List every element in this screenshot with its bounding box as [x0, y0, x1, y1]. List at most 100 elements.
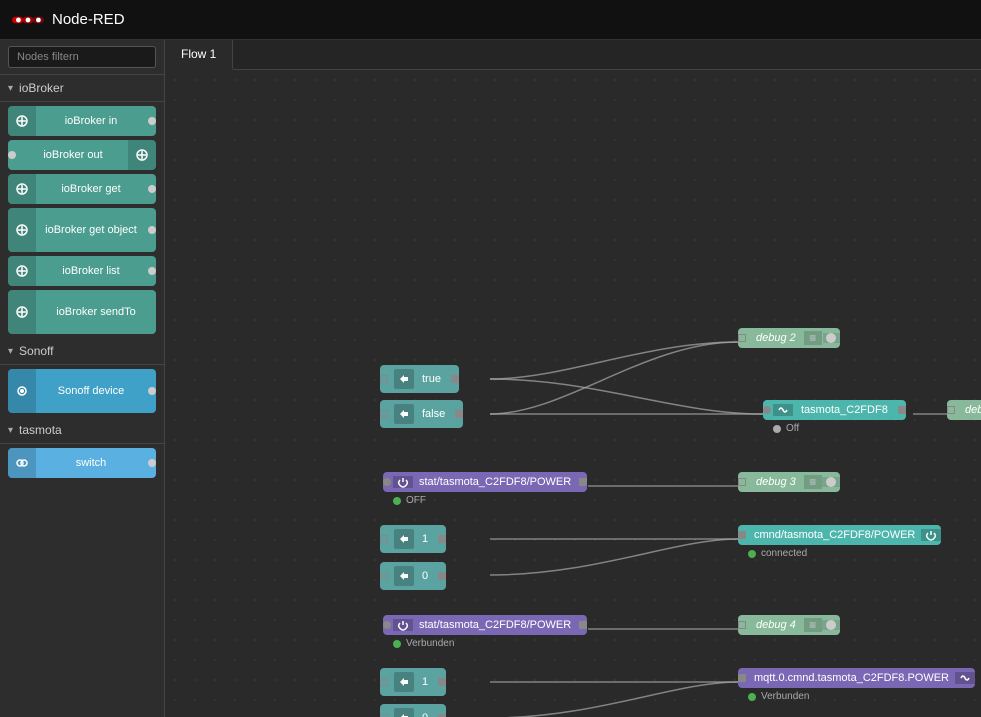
canvas-node-mqtt[interactable]: mqtt.0.cmnd.tasmota_C2FDF8.POWER Verbund… — [738, 668, 975, 688]
node-icon-Sonoff-device — [8, 369, 36, 413]
port-right-true — [449, 373, 459, 385]
main-layout: ▾ ioBroker ioBroker in ioBroker out — [0, 40, 981, 717]
node-icon-ioBroker-get — [8, 174, 36, 204]
node-ioBroker-out[interactable]: ioBroker out — [8, 140, 156, 170]
inject1-icon — [394, 529, 414, 549]
sidebar-search-container — [0, 40, 164, 75]
tasmota-status: Off — [773, 423, 799, 434]
port-left-mqtt — [738, 672, 748, 684]
chevron-icon-sonoff: ▾ — [8, 346, 13, 357]
port-right-inject0 — [436, 570, 446, 582]
node-label-ioBroker-out: ioBroker out — [18, 140, 128, 170]
debug4-toggle[interactable] — [822, 620, 840, 630]
tasmota-node-label: tasmota_C2FDF8 — [793, 400, 896, 420]
port-right-switch — [146, 448, 156, 478]
port-right-ioBroker-get-object — [146, 208, 156, 252]
port-left-inject1 — [380, 533, 390, 545]
node-icon-ioBroker-list — [8, 256, 36, 286]
canvas-node-inject1b[interactable]: 1 — [380, 668, 446, 696]
ioBroker-list-icon — [15, 264, 29, 278]
tasmota-icon — [773, 404, 793, 416]
ioBroker-get-icon — [15, 182, 29, 196]
inject0b-label: 0 — [418, 712, 432, 717]
ioBroker-get-object-icon — [15, 223, 29, 237]
sidebar-section-Sonoff: ▾ Sonoff Sonoff device — [0, 338, 164, 413]
node-label-ioBroker-in: ioBroker in — [36, 106, 146, 136]
debug4-node-label: debug 4 — [748, 615, 804, 635]
canvas-node-inject1[interactable]: 1 — [380, 525, 446, 553]
node-switch[interactable]: switch — [8, 448, 156, 478]
canvas-node-debug3[interactable]: debug 3 ≡ — [738, 472, 840, 492]
true-node-icon — [394, 369, 414, 389]
node-label-ioBroker-list: ioBroker list — [36, 256, 146, 286]
canvas-node-inject0[interactable]: 0 — [380, 562, 446, 590]
tab-flow1[interactable]: Flow 1 — [165, 40, 233, 70]
port-right-ioBroker-get — [146, 174, 156, 204]
debug3-toggle-dot — [826, 477, 836, 487]
canvas[interactable]: true false debug 2 ≡ — [165, 70, 981, 717]
node-label-ioBroker-get: ioBroker get — [36, 174, 146, 204]
canvas-node-stat-power2[interactable]: stat/tasmota_C2FDF8/POWER Verbunden — [383, 615, 587, 635]
inject1b-icon — [394, 672, 414, 692]
sidebar: ▾ ioBroker ioBroker in ioBroker out — [0, 40, 165, 717]
tasmota-wave-icon — [777, 404, 789, 416]
port-right-inject1b — [436, 676, 446, 688]
port-left-inject0 — [380, 570, 390, 582]
inject0b-arrows-icon — [398, 712, 410, 717]
canvas-node-inject0b[interactable]: 0 — [380, 704, 446, 717]
inject1b-arrows-icon — [398, 676, 410, 688]
node-ioBroker-get-object[interactable]: ioBroker get object — [8, 208, 156, 252]
canvas-node-false[interactable]: false — [380, 400, 463, 428]
canvas-node-stat-power[interactable]: stat/tasmota_C2FDF8/POWER OFF — [383, 472, 587, 492]
cmnd-status-dot — [748, 550, 756, 558]
port-left-debug2 — [738, 332, 748, 344]
node-label-ioBroker-get-object: ioBroker get object — [36, 208, 146, 252]
port-left-inject0b — [380, 712, 390, 717]
inject-arrows-icon-0 — [398, 570, 410, 582]
node-ioBroker-in[interactable]: ioBroker in — [8, 106, 156, 136]
canvas-node-true[interactable]: true — [380, 365, 459, 393]
stat-power2-svg — [397, 619, 409, 631]
sidebar-section-ioBroker-label: ioBroker — [19, 81, 64, 95]
canvas-node-cmnd[interactable]: cmnd/tasmota_C2FDF8/POWER connected — [738, 525, 941, 545]
node-red-logo-icon — [12, 10, 44, 30]
sidebar-section-ioBroker-header[interactable]: ▾ ioBroker — [0, 75, 164, 102]
node-ioBroker-get[interactable]: ioBroker get — [8, 174, 156, 204]
port-left-tasmota — [763, 404, 773, 416]
port-left-false — [380, 408, 390, 420]
stat-power2-status-text: Verbunden — [406, 638, 454, 649]
canvas-node-debug2[interactable]: debug 2 ≡ — [738, 328, 840, 348]
canvas-node-debug4[interactable]: debug 4 ≡ — [738, 615, 840, 635]
node-Sonoff-device[interactable]: Sonoff device — [8, 369, 156, 413]
canvas-node-tasmota[interactable]: tasmota_C2FDF8 Off — [763, 400, 906, 420]
port-left-debug3 — [738, 476, 748, 488]
ioBroker-in-icon — [15, 114, 29, 128]
debug2-toggle-dot — [826, 333, 836, 343]
port-left-debug4 — [738, 619, 748, 631]
sidebar-section-Sonoff-header[interactable]: ▾ Sonoff — [0, 338, 164, 365]
debug2-toggle[interactable] — [822, 333, 840, 343]
sidebar-section-ioBroker: ▾ ioBroker ioBroker in ioBroker out — [0, 75, 164, 334]
mqtt-status: Verbunden — [748, 691, 809, 702]
port-right-inject0b — [436, 712, 446, 717]
search-input[interactable] — [8, 46, 156, 68]
sidebar-section-Sonoff-label: Sonoff — [19, 344, 53, 358]
inject0-label: 0 — [418, 570, 432, 582]
node-icon-ioBroker-in — [8, 106, 36, 136]
stat-power2-status-dot — [393, 640, 401, 648]
cmnd-label: cmnd/tasmota_C2FDF8/POWER — [748, 525, 921, 545]
cmnd-power-icon — [921, 529, 941, 541]
debug3-toggle[interactable] — [822, 477, 840, 487]
mqtt-status-dot — [748, 693, 756, 701]
mqtt-icon — [955, 672, 975, 684]
sidebar-section-tasmota-header[interactable]: ▾ tasmota — [0, 417, 164, 444]
port-left-true — [380, 373, 390, 385]
canvas-node-debug5[interactable]: debug 5 ≡ — [947, 400, 981, 420]
sidebar-section-tasmota-label: tasmota — [19, 423, 62, 437]
node-ioBroker-list[interactable]: ioBroker list — [8, 256, 156, 286]
node-ioBroker-sendTo[interactable]: ioBroker sendTo — [8, 290, 156, 334]
node-icon-ioBroker-get-object — [8, 208, 36, 252]
debug4-lines-icon: ≡ — [804, 618, 822, 632]
port-right-tasmota — [896, 404, 906, 416]
port-left-debug5 — [947, 404, 957, 416]
